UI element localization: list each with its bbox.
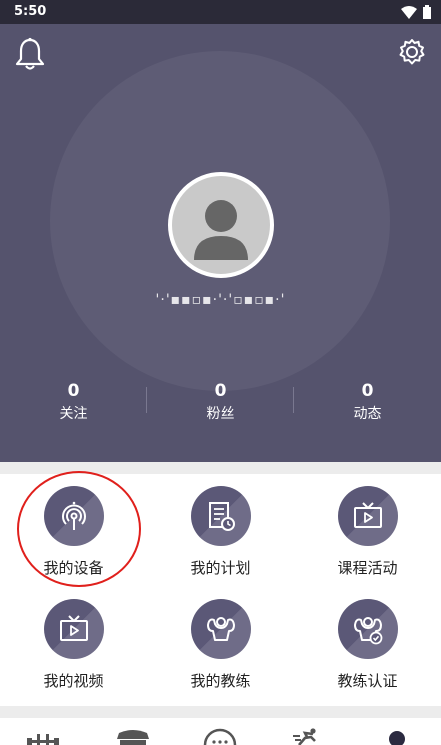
stat-following[interactable]: 0 关注 [0,381,147,423]
stat-posts[interactable]: 0 动态 [294,381,441,423]
stat-label: 关注 [59,406,88,422]
menu-icon-circle [43,599,104,659]
stats-row: 0 关注 0 粉丝 0 动态 [0,381,441,423]
menu-icon-circle [190,599,251,659]
menu-grid: 我的设备 我的计划 课程活动 我的视频 我的教练 教练认证 [0,474,441,706]
menu-icon-circle [43,486,104,546]
plan-document-icon [208,502,235,531]
barbell-icon[interactable] [25,728,61,745]
bell-icon[interactable] [14,37,46,71]
menu-item-my-video[interactable]: 我的视频 [0,599,147,691]
section-gap [0,706,441,718]
tv-play-icon [59,615,88,641]
menu-item-label: 我的设备 [43,559,104,577]
menu-item-my-device[interactable]: 我的设备 [0,486,147,578]
stat-value: 0 [67,381,80,401]
tv-play-icon [353,502,382,528]
menu-item-coach-certification[interactable]: 教练认证 [294,599,441,691]
stat-value: 0 [361,381,374,401]
stat-fans[interactable]: 0 粉丝 [147,381,294,423]
menu-item-label: 课程活动 [337,559,398,577]
menu-item-my-coach[interactable]: 我的教练 [147,599,294,691]
profile-header: '·'▪▪▫▪·'·'▫▪▫▪·' 0 关注 0 粉丝 0 动态 [0,24,441,462]
status-icons [401,5,431,19]
menu-item-my-plan[interactable]: 我的计划 [147,486,294,578]
section-gap [0,462,441,474]
wifi-icon [401,5,417,19]
device-signal-icon [61,501,86,530]
menu-item-label: 我的教练 [190,672,251,690]
bottom-tab-bar [0,718,441,745]
username: '·'▪▪▫▪·'·'▫▪▫▪·' [155,292,286,308]
stat-label: 粉丝 [206,406,235,422]
stat-value: 0 [214,381,227,401]
person-icon [194,200,248,260]
status-time: 5:50 [14,4,47,19]
status-bar: 5:50 [0,0,441,24]
gear-icon[interactable] [398,38,426,66]
avatar[interactable] [168,172,274,278]
stat-label: 动态 [353,406,382,422]
profile-dot-icon[interactable] [386,728,408,745]
menu-item-course-activity[interactable]: 课程活动 [294,486,441,578]
menu-icon-circle [337,486,398,546]
menu-icon-circle [190,486,251,546]
store-icon[interactable] [116,728,150,745]
battery-icon [423,5,431,19]
coach-muscle-icon [206,617,235,641]
coach-certified-icon [353,617,382,645]
menu-item-label: 我的计划 [190,559,251,577]
chat-icon[interactable] [203,728,239,745]
running-icon[interactable] [293,728,323,745]
menu-item-label: 教练认证 [337,672,398,690]
menu-item-label: 我的视频 [43,672,104,690]
menu-icon-circle [337,599,398,659]
